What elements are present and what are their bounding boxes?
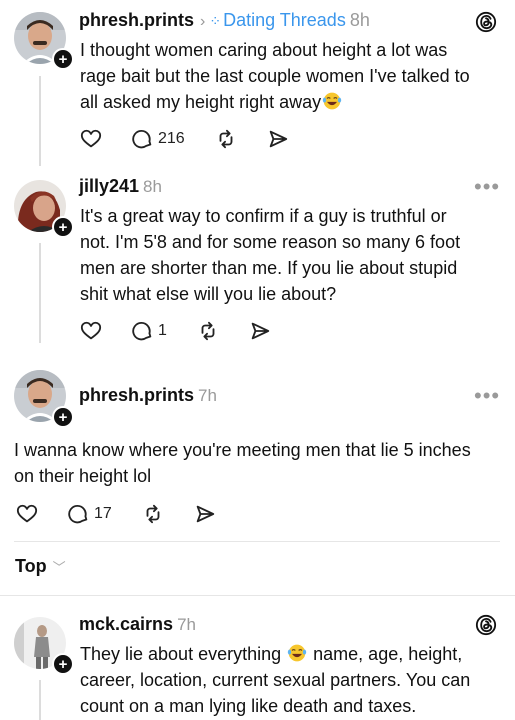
post-line: rage bait but the last couple women I've… [80,66,470,86]
like-button[interactable] [16,503,38,525]
post-line: They lie about everything [80,644,282,664]
reply-count: 17 [94,505,112,522]
post-header: phresh.prints 7h [79,385,217,406]
post-line: on their height lol [14,466,152,486]
avatar-phresh-prints[interactable]: + [14,12,74,70]
post-body: It's a great way to confirm if a guy is … [80,203,460,307]
divider [0,595,515,596]
repost-icon [201,321,215,341]
repost-icon [219,129,233,149]
post-time: 7h [198,386,217,405]
username[interactable]: jilly241 [79,176,139,196]
post-body: I wanna know where you're meeting men th… [14,437,471,489]
reply-icon [68,505,88,524]
like-button[interactable] [80,128,102,150]
username[interactable]: mck.cairns [79,614,173,634]
share-button[interactable] [249,320,271,342]
laughing-tears-emoji [287,644,307,662]
threads-logo-icon[interactable] [475,614,497,636]
reply-count: 1 [158,322,167,339]
post-header: jilly241 8h [79,176,162,197]
post-header: phresh.prints › ⁘ Dating Threads 8h [79,10,370,31]
threads-logo-icon[interactable] [475,11,497,33]
heart-icon [80,129,102,148]
like-button[interactable] [80,320,102,342]
post-body: I thought women caring about height a lo… [80,37,470,115]
post-line: men are shorter than me. If you lie abou… [80,258,458,278]
thread-link[interactable]: ⁘ Dating Threads [209,10,345,30]
post-line: It's a great way to confirm if a guy is … [80,206,447,226]
heart-icon [80,321,102,340]
thread-name: Dating Threads [223,10,346,30]
follow-plus-icon[interactable]: + [52,653,74,675]
repost-button[interactable] [197,320,219,342]
share-button[interactable] [194,503,216,525]
avatar-phresh-prints[interactable]: + [14,370,74,428]
share-icon [251,322,270,340]
sort-dropdown[interactable]: Top ﹀ [15,556,66,577]
post-line: all asked my height right away [80,92,322,112]
avatar-mck-cairns[interactable]: + [14,617,74,675]
more-icon[interactable]: ••• [474,385,500,407]
post-line: I wanna know where you're meeting men th… [14,440,471,460]
reply-icon [132,130,152,149]
repost-icon [146,504,160,524]
post-header: mck.cairns 7h [79,614,196,635]
follow-plus-icon[interactable]: + [52,48,74,70]
follow-plus-icon[interactable]: + [52,406,74,428]
thread-line [39,243,41,343]
reply-icon [132,322,152,341]
repost-button[interactable] [142,503,164,525]
username[interactable]: phresh.prints [79,10,194,30]
share-icon [269,130,287,148]
post-line: count on a man lying like death and taxe… [80,696,417,716]
post-line: shit what else will you lie about? [80,284,337,304]
post-time: 7h [177,615,196,634]
post-line: not. I'm 5'8 and for some reason so many… [80,232,461,252]
follow-plus-icon[interactable]: + [52,216,74,238]
laughing-tears-emoji [322,92,342,110]
reply-button[interactable]: 1 [132,320,167,342]
more-icon[interactable]: ••• [474,176,500,198]
reply-button[interactable]: 216 [132,128,185,150]
avatar-jilly241[interactable]: + [14,180,74,238]
post-time: 8h [143,177,162,196]
share-icon [196,505,214,523]
chevron-right-icon: › [200,13,206,30]
post-actions: 216 [80,126,319,152]
post-line: name, age, height, [313,644,463,664]
chevron-down-icon: ﹀ [52,560,66,575]
username[interactable]: phresh.prints [79,385,194,405]
thread-line [39,76,41,166]
post-body: They lie about everything name, age, hei… [80,641,470,719]
post-line: I thought women caring about height a lo… [80,40,448,60]
post-actions: 1 [80,318,301,344]
post-actions: 17 [16,501,246,527]
post-line: career, location, current sexual partner… [80,670,471,690]
repost-button[interactable] [215,128,237,150]
divider [14,541,500,542]
reply-button[interactable]: 17 [68,503,112,525]
thread-line [39,680,41,720]
reply-count: 216 [158,130,185,147]
post-time: 8h [349,10,370,30]
share-button[interactable] [267,128,289,150]
sort-label: Top [15,556,47,576]
threads-dots-icon: ⁘ [209,13,222,29]
heart-icon [16,504,38,523]
